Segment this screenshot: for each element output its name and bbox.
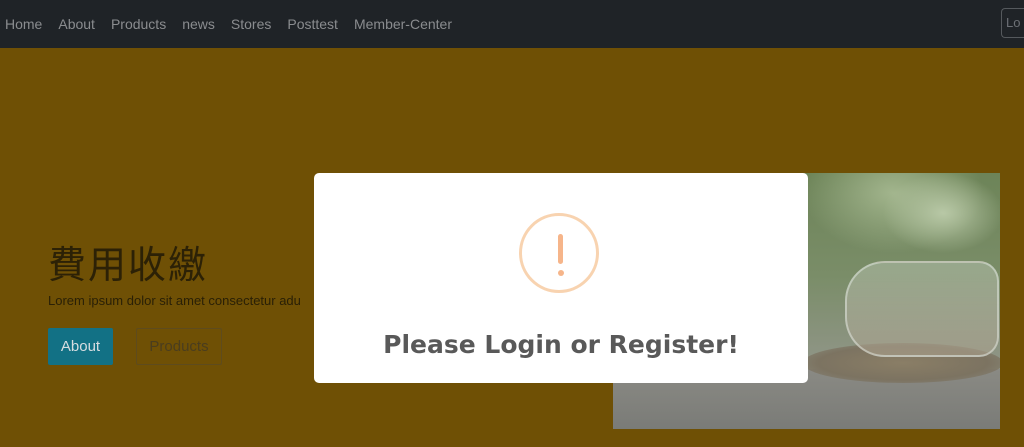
nav-member-center[interactable]: Member-Center — [346, 16, 460, 32]
alert-modal: Please Login or Register! — [314, 173, 808, 383]
hero-text: Lorem ipsum dolor sit amet consectetur a… — [48, 293, 301, 308]
glass-jar — [845, 261, 999, 357]
nav-products[interactable]: Products — [103, 16, 174, 32]
exclamation-bar — [558, 234, 563, 264]
nav-stores[interactable]: Stores — [223, 16, 279, 32]
products-button[interactable]: Products — [136, 328, 222, 365]
modal-title: Please Login or Register! — [383, 330, 739, 359]
about-button[interactable]: About — [48, 328, 113, 365]
nav-news[interactable]: news — [174, 16, 223, 32]
hero-title: 費用收繳 — [48, 243, 209, 287]
exclamation-dot — [557, 270, 564, 276]
nav-home[interactable]: Home — [0, 16, 50, 32]
nav-posttest[interactable]: Posttest — [279, 16, 346, 32]
navbar: Home About Products news Stores Posttest… — [0, 0, 1024, 48]
nav-about[interactable]: About — [50, 16, 103, 32]
login-button[interactable]: Lo — [1001, 8, 1024, 38]
exclamation-icon — [519, 213, 599, 293]
